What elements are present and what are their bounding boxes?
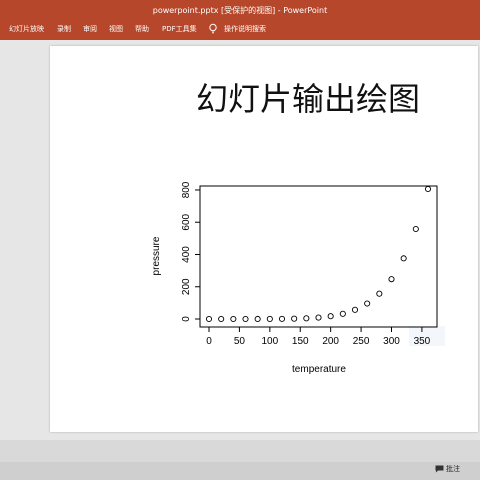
data-point-14 xyxy=(376,290,383,297)
data-point-3 xyxy=(242,315,249,323)
x-tick-label-0: 0 xyxy=(206,336,212,347)
tab-help[interactable]: 帮助 xyxy=(135,24,149,34)
x-axis: 0 50 100 150 200 250 300 350 xyxy=(206,326,431,347)
data-point-5 xyxy=(266,315,273,323)
comment-icon xyxy=(435,465,444,473)
comments-label: 批注 xyxy=(446,465,460,473)
data-point-8 xyxy=(303,315,310,322)
data-point-17 xyxy=(412,225,419,233)
y-tick-label-0: 0 xyxy=(181,316,192,322)
data-point-18 xyxy=(424,185,432,193)
data-point-6 xyxy=(278,315,286,322)
data-point-4 xyxy=(254,315,261,323)
status-strip xyxy=(0,462,480,480)
data-point-2 xyxy=(230,315,237,323)
x-tick-label-4: 200 xyxy=(322,336,339,347)
data-point-16 xyxy=(400,255,407,262)
x-tick-label-5: 250 xyxy=(353,336,370,347)
data-point-11 xyxy=(339,310,346,317)
x-tick-label-7: 350 xyxy=(414,336,431,347)
slide-title[interactable]: 幻灯片输出绘图 xyxy=(196,74,420,120)
ribbon-tabs: 幻灯片放映 录制 审阅 视图 帮助 PDF工具集 操作说明搜索 xyxy=(0,20,480,40)
x-tick-label-1: 50 xyxy=(234,336,246,347)
data-point-15 xyxy=(388,276,395,283)
tab-pdf-tools[interactable]: PDF工具集 xyxy=(162,24,197,34)
tab-view[interactable]: 视图 xyxy=(109,24,123,34)
tab-record[interactable]: 录制 xyxy=(57,24,71,34)
window-title: powerpoint.pptx [受保护的视图] - PowerPoint xyxy=(152,6,328,15)
comments-button[interactable]: 批注 xyxy=(435,464,460,474)
y-tick-label-4: 800 xyxy=(181,181,192,198)
slide-canvas[interactable]: 幻灯片输出绘图 0 50 100 150 200 250 300 350 0 200 400 600… xyxy=(50,46,478,432)
x-tick-label-6: 300 xyxy=(383,336,400,347)
data-point-7 xyxy=(291,315,298,322)
x-tick-label-2: 100 xyxy=(261,336,278,347)
y-tick-label-1: 200 xyxy=(181,278,192,295)
tab-review[interactable]: 审阅 xyxy=(83,24,97,34)
data-point-13 xyxy=(364,300,371,307)
data-point-10 xyxy=(327,313,334,320)
y-tick-label-2: 400 xyxy=(181,246,192,263)
y-axis-label: pressure xyxy=(151,236,162,275)
y-axis: 0 200 400 600 800 xyxy=(181,181,201,322)
scatter-plot[interactable]: 0 50 100 150 200 250 300 350 0 200 400 600 800 temp… xyxy=(145,176,455,386)
x-axis-label: temperature xyxy=(292,364,346,375)
lightbulb-icon[interactable] xyxy=(208,23,218,35)
data-point-12 xyxy=(351,306,359,313)
y-tick-label-3: 600 xyxy=(181,213,192,230)
data-point-1 xyxy=(218,315,225,323)
x-tick-label-3: 150 xyxy=(292,336,309,347)
data-points xyxy=(205,185,432,323)
data-point-9 xyxy=(315,314,322,321)
tell-me-search[interactable]: 操作说明搜索 xyxy=(224,24,266,34)
data-point-0 xyxy=(205,315,213,323)
title-bar: powerpoint.pptx [受保护的视图] - PowerPoint xyxy=(0,0,480,20)
tab-slideshow[interactable]: 幻灯片放映 xyxy=(9,24,44,34)
